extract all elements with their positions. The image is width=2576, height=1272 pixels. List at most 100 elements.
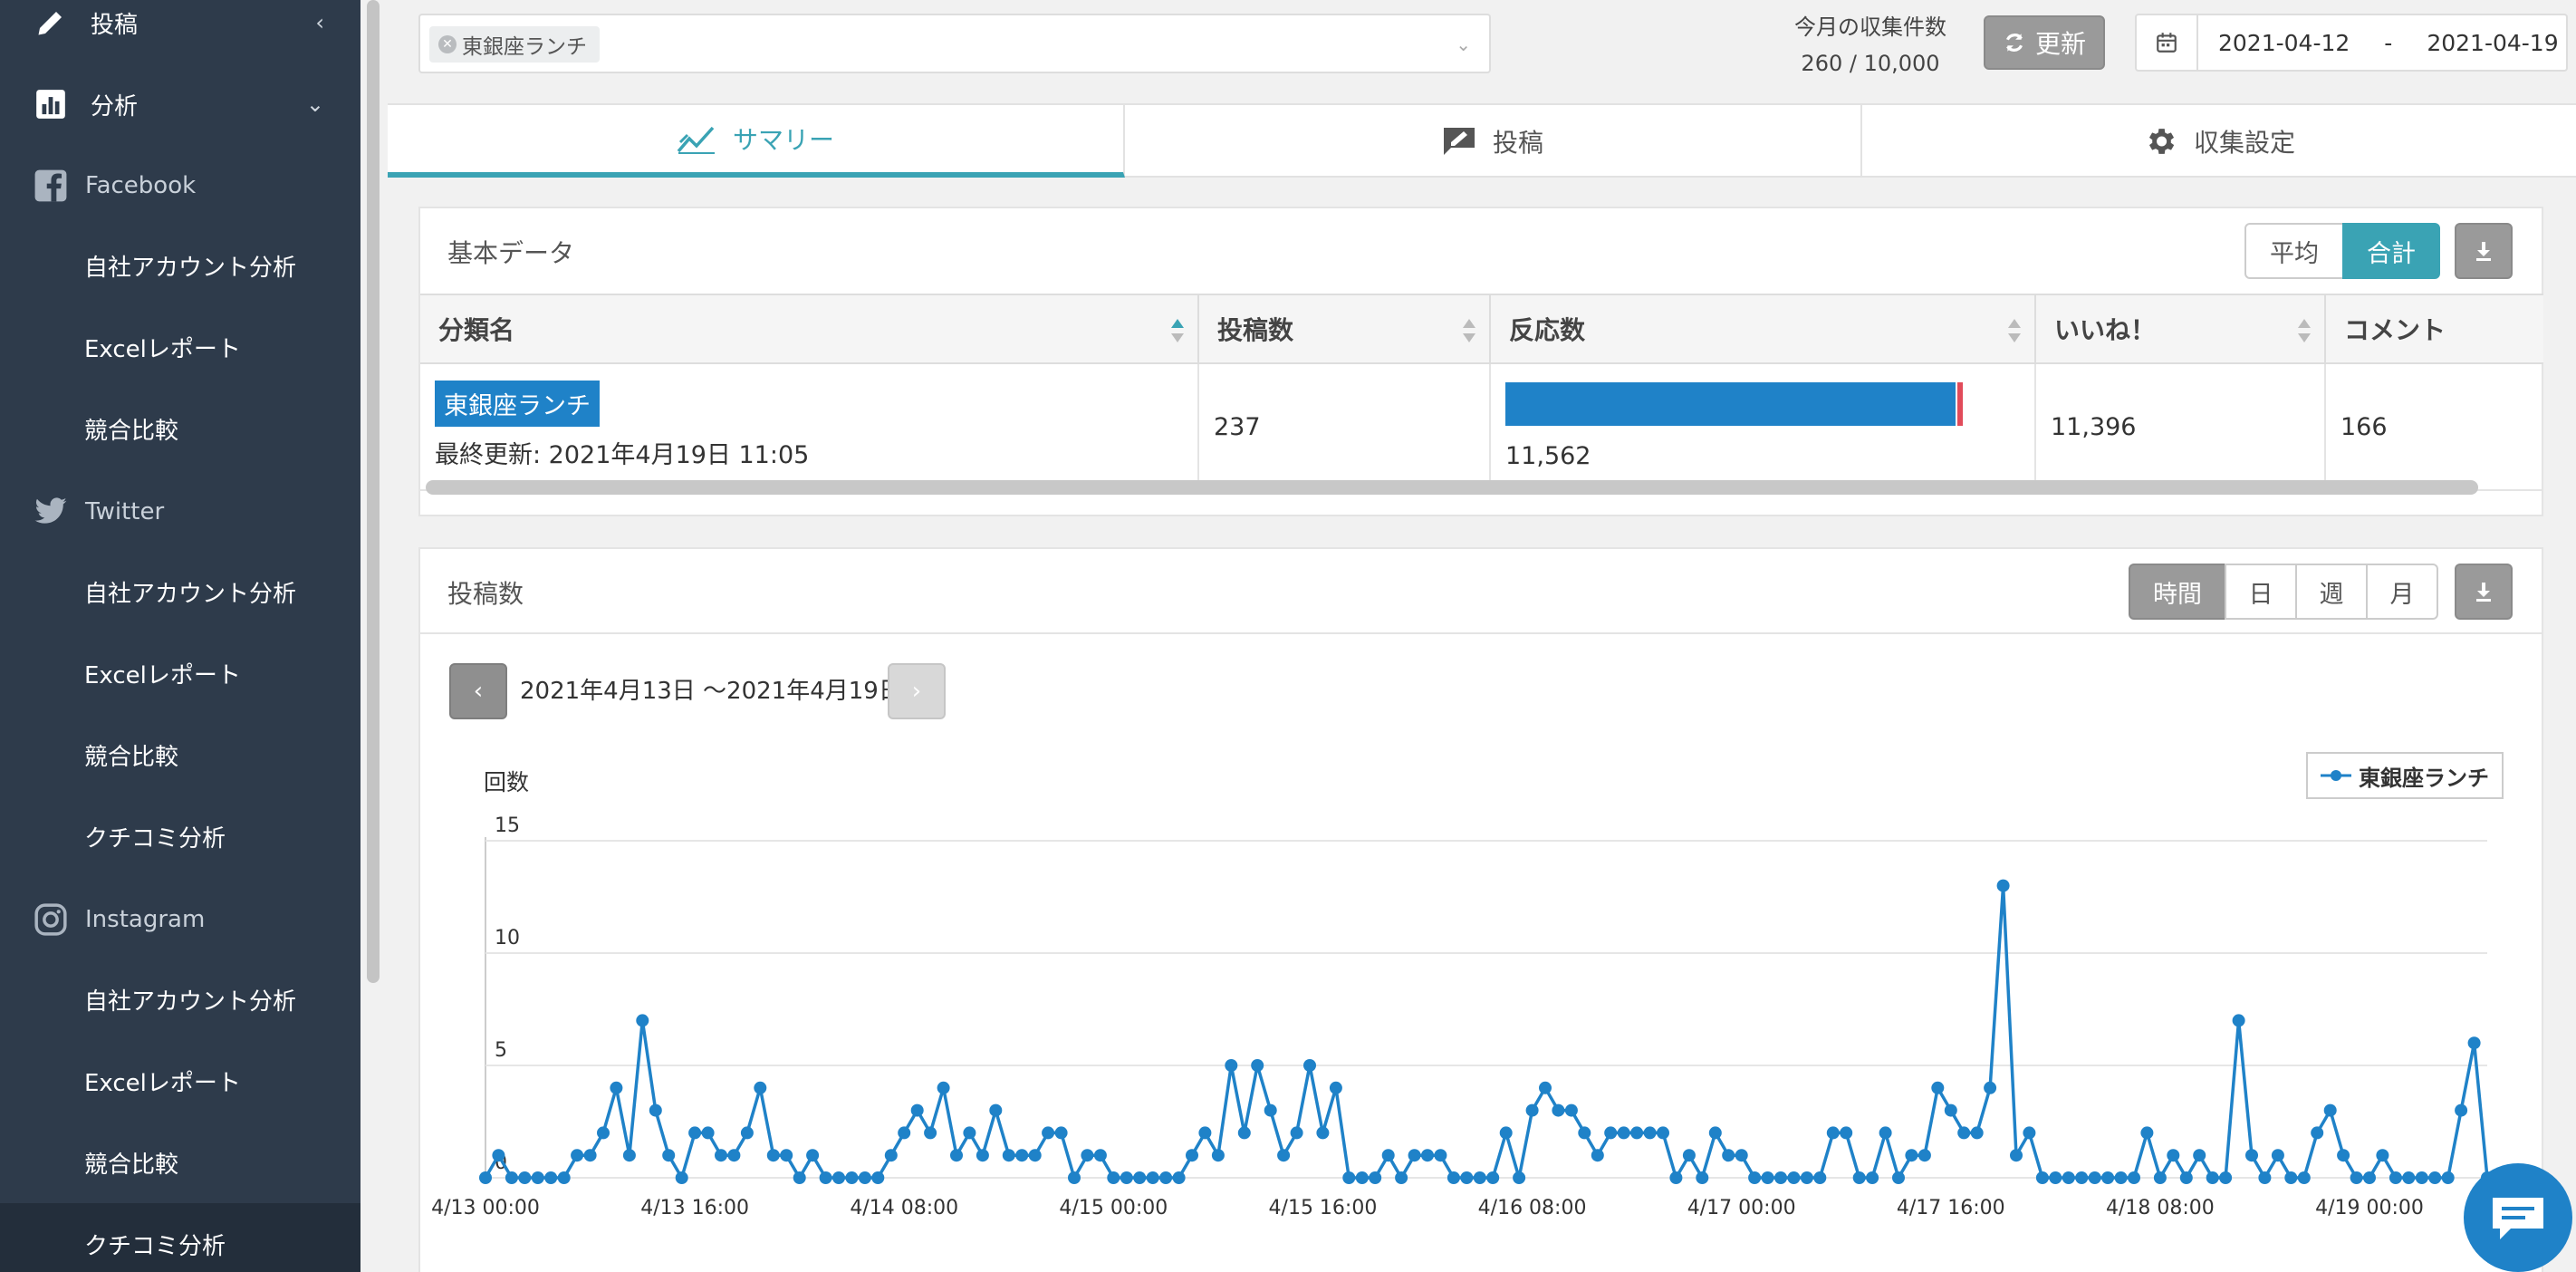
sidebar-item-8[interactable]: Excelレポート <box>0 632 360 714</box>
total-button[interactable]: 合計 <box>2342 223 2440 279</box>
sidebar-item-label: 自社アカウント分析 <box>84 988 297 1016</box>
trend-icon <box>677 126 715 154</box>
sidebar-item-14[interactable]: 競合比較 <box>0 1122 360 1203</box>
data-point <box>1316 1126 1330 1140</box>
col-header-posts-label: 投稿数 <box>1217 315 1294 345</box>
sidebar-item-2[interactable]: Facebook <box>0 145 360 226</box>
data-point <box>1722 1149 1735 1162</box>
sidebar-item-4[interactable]: Excelレポート <box>0 306 360 388</box>
tab-posts[interactable]: 投稿 <box>1125 105 1862 178</box>
sort-icon[interactable] <box>2007 317 2022 344</box>
data-point <box>1761 1171 1774 1184</box>
sidebar-item-label: Excelレポート <box>84 335 241 363</box>
col-header-comments-label: コメント <box>2344 315 2446 345</box>
data-point <box>1068 1171 1081 1184</box>
quota-label: 今月の収集件数 <box>1794 14 1946 40</box>
data-point <box>1944 1103 1957 1117</box>
tab-summary[interactable]: サマリー <box>388 105 1125 178</box>
data-point <box>701 1126 715 1140</box>
sort-icon[interactable] <box>2297 317 2312 344</box>
category-name-badge[interactable]: 東銀座ランチ <box>435 381 600 427</box>
data-point <box>675 1171 688 1184</box>
data-point <box>1813 1171 1827 1184</box>
sort-asc-icon[interactable] <box>1170 317 1185 344</box>
data-point <box>1499 1126 1513 1140</box>
date-range-picker[interactable]: 2021-04-12 - 2021-04-19 <box>2135 14 2568 72</box>
sidebar-scrollbar-thumb[interactable] <box>367 0 380 983</box>
col-header-comments[interactable]: コメント <box>2326 294 2543 364</box>
data-point <box>1996 879 2010 892</box>
x-tick-label: 4/17 00:00 <box>1687 1197 1796 1219</box>
sidebar-item-9[interactable]: 競合比較 <box>0 714 360 795</box>
sidebar-item-15[interactable]: クチコミ分析 <box>0 1203 360 1272</box>
data-point <box>531 1171 544 1184</box>
sidebar-item-6[interactable]: Twitter <box>0 471 360 553</box>
y-tick-label: 10 <box>495 927 520 949</box>
data-point <box>793 1171 806 1184</box>
sidebar-item-1[interactable]: 分析 ⌄ <box>0 63 360 145</box>
sidebar-item-7[interactable]: 自社アカウント分析 <box>0 551 360 632</box>
data-point <box>2455 1103 2468 1117</box>
data-point <box>1984 1081 1997 1094</box>
col-header-posts[interactable]: 投稿数 <box>1199 294 1491 364</box>
sidebar-item-label: クチコミ分析 <box>84 824 226 853</box>
remove-tag-icon[interactable]: ✕ <box>438 35 457 53</box>
data-point <box>1381 1149 1395 1162</box>
data-point <box>571 1149 584 1162</box>
data-point <box>1539 1081 1552 1094</box>
x-tick-label: 4/13 16:00 <box>640 1197 749 1219</box>
data-point <box>597 1126 610 1140</box>
data-point <box>1525 1103 1539 1117</box>
date-separator: - <box>2384 29 2393 56</box>
data-point <box>2232 1014 2245 1027</box>
table-horizontal-scrollbar[interactable] <box>426 480 2478 495</box>
average-button[interactable]: 平均 <box>2244 223 2344 279</box>
col-header-likes[interactable]: いいね！ <box>2036 294 2326 364</box>
sidebar-item-13[interactable]: Excelレポート <box>0 1040 360 1122</box>
data-point <box>2219 1171 2233 1184</box>
sidebar-item-0[interactable]: 投稿 ‹ <box>0 0 360 63</box>
refresh-button[interactable]: 更新 <box>1984 15 2105 70</box>
data-point <box>2389 1171 2402 1184</box>
data-point <box>1421 1149 1434 1162</box>
date-from[interactable]: 2021-04-12 <box>2218 30 2350 56</box>
col-header-name[interactable]: 分類名 <box>420 294 1199 364</box>
tab-summary-label: サマリー <box>732 125 834 155</box>
data-point <box>1107 1171 1120 1184</box>
chevron-down-icon[interactable]: ⌄ <box>306 92 324 117</box>
x-tick-label: 4/15 16:00 <box>1269 1197 1378 1219</box>
data-point <box>1486 1171 1500 1184</box>
sort-icon[interactable] <box>1462 317 1476 344</box>
data-point <box>2049 1171 2062 1184</box>
data-point <box>1591 1149 1604 1162</box>
data-point <box>1787 1171 1801 1184</box>
data-point <box>1513 1171 1526 1184</box>
data-point <box>492 1149 505 1162</box>
monthly-quota: 今月の収集件数 260 / 10,000 <box>1748 9 1993 82</box>
data-point <box>1133 1171 1147 1184</box>
tag-select[interactable]: ✕ 東銀座ランチ ⌄ <box>418 14 1491 73</box>
sidebar-item-label: 自社アカウント分析 <box>84 580 297 608</box>
data-point <box>1578 1126 1591 1140</box>
sidebar-item-11[interactable]: Instagram <box>0 879 360 960</box>
data-point <box>1198 1126 1212 1140</box>
sidebar-item-12[interactable]: 自社アカウント分析 <box>0 959 360 1040</box>
data-point <box>2062 1171 2075 1184</box>
date-to[interactable]: 2021-04-19 <box>2427 30 2558 56</box>
chevron-left-icon[interactable]: ‹ <box>315 10 324 35</box>
basic-download-button[interactable] <box>2455 223 2513 279</box>
tab-collection-settings[interactable]: 収集設定 <box>1862 105 2576 178</box>
chevron-down-icon[interactable]: ⌄ <box>1456 34 1471 55</box>
sidebar-item-10[interactable]: クチコミ分析 <box>0 795 360 877</box>
sidebar-item-label: 投稿 <box>91 11 139 39</box>
sidebar-item-5[interactable]: 競合比較 <box>0 388 360 469</box>
calendar-icon[interactable] <box>2137 15 2198 70</box>
basic-data-panel: 基本データ 平均 合計 分類名 投稿数 反応数 いいね！ コメント 東銀座ランチ… <box>418 207 2543 516</box>
data-point <box>1669 1171 1683 1184</box>
data-point <box>1879 1126 1892 1140</box>
chat-bubble-icon <box>2493 1198 2543 1239</box>
data-point <box>1172 1171 1186 1184</box>
sidebar-item-3[interactable]: 自社アカウント分析 <box>0 225 360 306</box>
chat-button[interactable] <box>2464 1163 2572 1272</box>
col-header-reactions[interactable]: 反応数 <box>1491 294 2036 364</box>
